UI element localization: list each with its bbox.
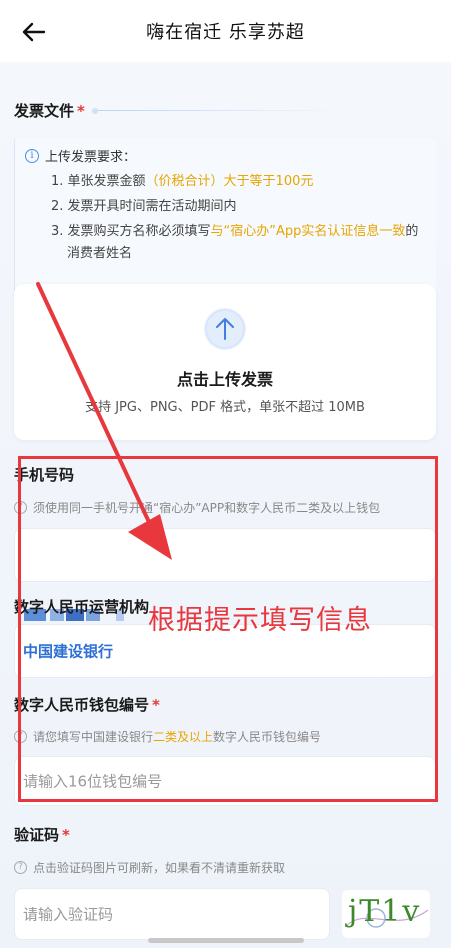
annotation-arrow [36, 282, 172, 560]
home-indicator[interactable] [148, 938, 304, 943]
annotation-text: 根据提示填写信息 [148, 605, 372, 636]
